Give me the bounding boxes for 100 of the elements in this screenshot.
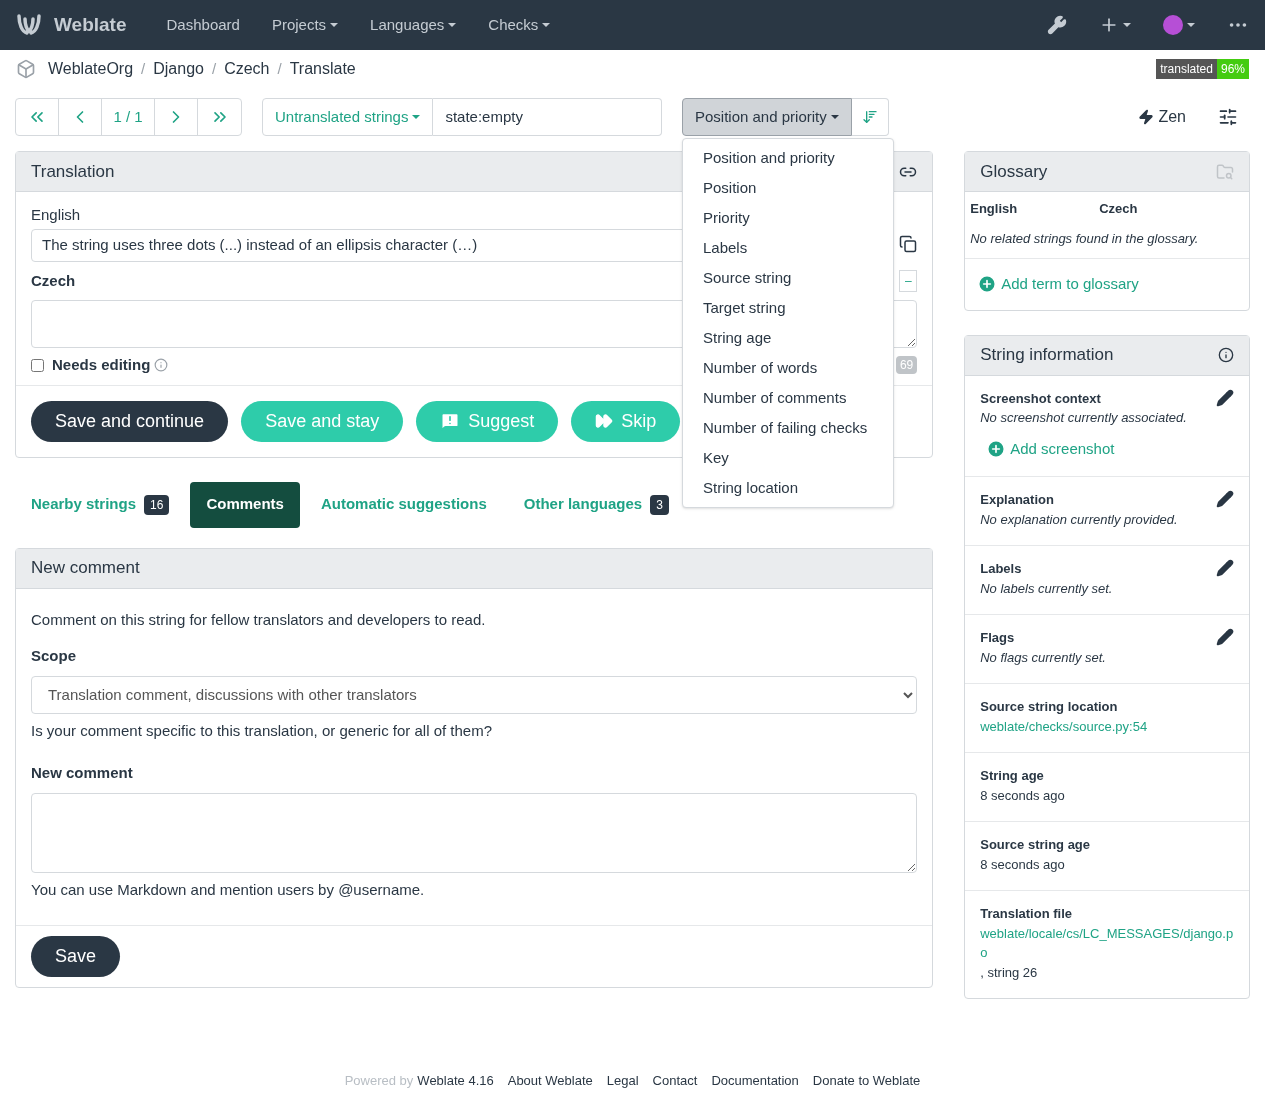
- comment-alert-icon: [440, 411, 461, 431]
- copy-icon[interactable]: [899, 235, 918, 253]
- info-title: Source string location: [980, 698, 1119, 716]
- source-language-label: English: [31, 205, 81, 225]
- breadcrumb-separator: /: [141, 58, 146, 79]
- sort-menu-item[interactable]: String location: [683, 473, 893, 503]
- glossary-empty-text: No related strings found in the glossary.: [969, 229, 1200, 248]
- footer-link[interactable]: Legal: [606, 1071, 639, 1091]
- panel-title: New comment: [31, 557, 140, 580]
- nav-menu-item[interactable]: Checks: [476, 13, 563, 37]
- sort-menu-item[interactable]: Key: [683, 443, 893, 473]
- project-icon: [16, 59, 36, 79]
- footer-link[interactable]: Documentation: [711, 1071, 799, 1091]
- sort-menu-item[interactable]: Position and priority: [683, 143, 893, 173]
- sort-menu-item[interactable]: Labels: [683, 233, 893, 263]
- info-text: 8 seconds ago: [980, 855, 1066, 874]
- nav-menu-item[interactable]: Languages: [358, 13, 469, 37]
- target-language-label: Czech: [31, 270, 76, 291]
- caret-icon: [830, 115, 839, 119]
- column-header: English: [970, 200, 1019, 218]
- nav-menu-item[interactable]: Dashboard: [154, 13, 252, 37]
- save-button[interactable]: Save: [31, 936, 121, 977]
- settings-icon[interactable]: [1218, 107, 1238, 127]
- info-text: No labels currently set.: [980, 579, 1114, 598]
- edit-icon[interactable]: [1216, 628, 1234, 646]
- info-icon: [1218, 347, 1234, 363]
- brand-name[interactable]: Weblate: [54, 10, 127, 40]
- panel-title: Translation: [31, 160, 115, 183]
- needs-editing-label: Needs editing: [52, 355, 151, 375]
- powered-by-text: Powered by: [344, 1072, 414, 1090]
- info-title: Translation file: [980, 905, 1073, 923]
- caret-icon: [412, 115, 421, 119]
- info-title: Source string age: [980, 836, 1092, 854]
- sort-menu-item[interactable]: Number of failing checks: [683, 413, 893, 443]
- edit-icon[interactable]: [1216, 388, 1234, 407]
- sort-menu-item[interactable]: Number of words: [683, 353, 893, 383]
- scope-help: Is your comment specific to this translation, or generic for all of them?: [31, 720, 494, 741]
- breadcrumb-link[interactable]: Translate: [289, 57, 356, 81]
- sort-dropdown[interactable]: Position and priority: [682, 98, 852, 136]
- breadcrumb-separator: /: [211, 58, 217, 79]
- count-badge: 3: [650, 494, 669, 515]
- breadcrumb-link[interactable]: Django: [153, 57, 204, 81]
- info-icon: [154, 358, 169, 373]
- info-title: Explanation: [980, 491, 1055, 509]
- sort-menu-item[interactable]: Target string: [683, 293, 893, 323]
- edit-icon[interactable]: [1216, 559, 1234, 577]
- footer-link[interactable]: Donate to Weblate: [812, 1071, 921, 1091]
- tab[interactable]: Comments: [190, 481, 300, 528]
- markdown-help: You can use Markdown and mention users by @username.: [31, 879, 426, 900]
- info-title: Flags: [980, 629, 1016, 647]
- plus-icon: [977, 274, 998, 295]
- wrench-icon[interactable]: [1047, 15, 1067, 35]
- translation-field[interactable]: [31, 300, 918, 348]
- avatar-menu-icon[interactable]: [1163, 15, 1195, 35]
- info-text: No screenshot currently associated.: [980, 409, 1188, 427]
- sort-menu-item[interactable]: String age: [683, 323, 893, 353]
- info-text: 8 seconds ago: [980, 786, 1066, 805]
- breadcrumb-link[interactable]: WeblateOrg: [48, 57, 134, 81]
- info-title: Screenshot context: [980, 389, 1102, 408]
- sort-direction-button[interactable]: [851, 98, 889, 136]
- comment-field[interactable]: [31, 792, 918, 873]
- lightning-icon: [1138, 109, 1155, 125]
- info-title: String age: [980, 767, 1045, 785]
- logo-icon: [16, 14, 42, 36]
- scope-label: Scope: [31, 646, 77, 666]
- sort-icon: [861, 109, 878, 125]
- tab[interactable]: Other languages 3: [507, 481, 685, 528]
- search-field[interactable]: state:empty: [433, 98, 662, 136]
- zen-button[interactable]: Zen: [1138, 105, 1186, 129]
- info-text: No flags currently set.: [980, 648, 1107, 667]
- footer-link[interactable]: About Weblate: [507, 1071, 593, 1091]
- new-comment-label: New comment: [31, 763, 134, 783]
- position-indicator: 1 / 1: [102, 99, 155, 135]
- sort-menu-item[interactable]: Priority: [683, 203, 893, 233]
- breadcrumb-link[interactable]: Czech: [224, 57, 270, 81]
- plus-icon: [986, 438, 1007, 459]
- edit-icon[interactable]: [1216, 490, 1234, 508]
- panel-title: Glossary: [980, 160, 1048, 183]
- character-counter: 69: [895, 356, 918, 375]
- caret-icon: [1123, 23, 1131, 27]
- tab[interactable]: Nearby strings 16: [15, 481, 186, 528]
- fast-forward-icon: [595, 412, 614, 430]
- panel-title: String information: [980, 344, 1114, 367]
- sort-menu-item[interactable]: Position: [683, 173, 893, 203]
- sort-menu-item[interactable]: Number of comments: [683, 383, 893, 413]
- footer-link[interactable]: Weblate 4.16: [417, 1071, 494, 1091]
- breadcrumb-separator: /: [277, 58, 282, 79]
- nav-menu-item[interactable]: Projects: [259, 13, 351, 37]
- intro-text: Comment on this string for fellow translators and developers to read.: [31, 609, 487, 630]
- info-title: Labels: [980, 560, 1023, 578]
- scope-select[interactable]: Translation comment, discussions with other translators: [31, 675, 918, 714]
- count-badge: 16: [144, 494, 170, 515]
- info-text: , string 26: [980, 964, 1038, 980]
- footer-link[interactable]: Contact: [652, 1071, 698, 1091]
- needs-editing-checkbox[interactable]: [31, 358, 44, 372]
- info-text: No explanation currently provided.: [980, 510, 1179, 529]
- caret-icon: [1187, 23, 1195, 27]
- save-and-continue-button[interactable]: Save and continue: [31, 400, 229, 442]
- sort-menu-item[interactable]: Source string: [683, 263, 893, 293]
- column-header: Czech: [1099, 200, 1139, 218]
